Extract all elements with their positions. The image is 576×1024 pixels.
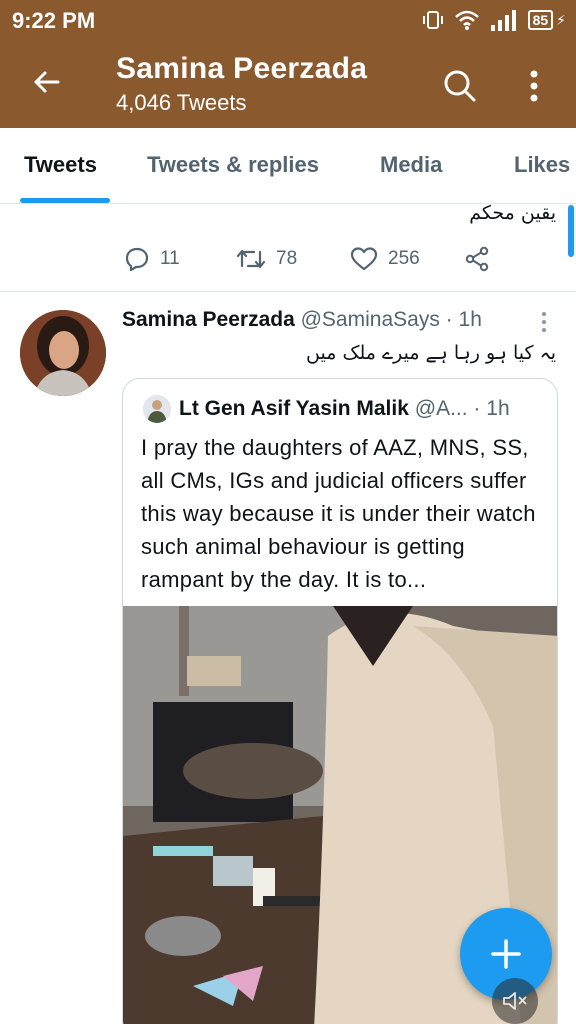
tweet-text: یہ کیا ہو رہا ہے میرے ملک میں [306, 342, 556, 364]
quote-avatar [143, 395, 171, 423]
tab-tweets[interactable]: Tweets [24, 152, 97, 178]
search-icon [444, 70, 476, 102]
signal-icon [490, 10, 516, 31]
charging-icon: ⚡ [556, 11, 566, 28]
like-button[interactable]: 256 [350, 240, 420, 278]
quote-profile-photo [143, 395, 171, 423]
tab-tweets-and-replies[interactable]: Tweets & replies [147, 152, 319, 178]
tab-likes[interactable]: Likes [514, 152, 570, 178]
profile-name: Samina Peerzada [116, 52, 368, 85]
retweet-count: 78 [276, 248, 298, 269]
previous-tweet-text: یقین محکم [469, 202, 556, 224]
search-button[interactable] [436, 62, 484, 110]
share-button[interactable] [464, 240, 490, 278]
wifi-icon [454, 10, 479, 30]
quote-author-name: Lt Gen Asif Yasin Malik [179, 397, 409, 420]
more-vertical-icon [542, 312, 546, 332]
profile-header: 9:22 PM 85 ⚡ Samina Peerzada 4,046 Tweet… [0, 0, 576, 128]
tweet-divider [0, 291, 576, 292]
battery-icon: 85 ⚡ [527, 10, 566, 30]
quote-time: 1h [486, 397, 510, 420]
reply-count: 11 [160, 248, 180, 269]
like-count: 256 [388, 248, 420, 269]
more-options-button[interactable] [516, 62, 552, 110]
tweet-time: 1h [458, 308, 482, 331]
reply-button[interactable]: 11 [124, 240, 180, 278]
tweet-author-name[interactable]: Samina Peerzada [122, 308, 295, 331]
quote-header: Lt Gen Asif Yasin Malik @A... · 1h [179, 397, 549, 421]
tweet-count: 4,046 Tweets [116, 90, 247, 115]
tab-media[interactable]: Media [380, 152, 442, 178]
share-icon [465, 246, 489, 272]
status-bar: 9:22 PM 85 ⚡ [0, 0, 576, 40]
tweet-author-handle[interactable]: @SaminaSays [301, 308, 440, 331]
status-icons: 85 ⚡ [422, 8, 566, 32]
tweet-actions: 11 78 256 [0, 240, 576, 280]
status-time: 9:22 PM [12, 8, 96, 33]
more-vertical-icon [530, 70, 538, 102]
arrow-left-icon [34, 71, 60, 93]
tweet-header: Samina Peerzada @SaminaSays · 1h [122, 308, 532, 332]
tweet-more-button[interactable] [536, 310, 552, 334]
retweet-button[interactable]: 78 [236, 240, 297, 278]
video-mute-button[interactable] [492, 978, 538, 1024]
heart-icon [350, 247, 378, 271]
active-tab-indicator [20, 198, 110, 203]
retweet-icon [236, 249, 266, 269]
quote-text: I pray the daughters of AAZ, MNS, SS, al… [141, 435, 536, 592]
battery-level: 85 [527, 10, 554, 30]
volume-muted-icon [503, 992, 527, 1010]
plus-icon [491, 939, 521, 969]
tweet-separator: · [445, 308, 453, 331]
profile-tabs: Tweets Tweets & replies Media Likes [0, 128, 576, 204]
back-button[interactable] [26, 62, 66, 102]
vibrate-icon [422, 11, 443, 29]
profile-photo [20, 310, 106, 396]
reply-icon [125, 247, 149, 272]
quote-separator: · [473, 397, 481, 420]
quote-author-handle: @A... [414, 397, 468, 420]
avatar[interactable] [20, 310, 106, 396]
